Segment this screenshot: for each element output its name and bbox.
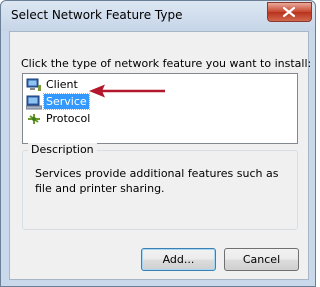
feature-label-client: Client (46, 78, 78, 91)
protocol-icon (26, 111, 42, 127)
title-bar: Select Network Feature Type (1, 1, 315, 31)
client-icon (26, 77, 42, 93)
feature-label-protocol: Protocol (46, 112, 91, 125)
service-icon (25, 94, 43, 110)
close-icon (283, 7, 295, 17)
dialog-body: Click the type of network feature you wa… (9, 31, 312, 280)
arrow-annotation-icon (89, 84, 165, 98)
description-label: Description (28, 143, 97, 156)
dialog-window: Select Network Feature Type Click the ty… (0, 0, 316, 287)
window-title: Select Network Feature Type (11, 8, 183, 22)
instruction-text: Click the type of network feature you wa… (21, 57, 312, 70)
description-group: Description Services provide additional … (22, 143, 298, 230)
description-text: Services provide additional features suc… (35, 167, 279, 195)
feature-item-client[interactable]: Client (26, 76, 80, 93)
add-button[interactable]: Add... (141, 248, 216, 271)
cancel-button[interactable]: Cancel (224, 248, 299, 271)
feature-label-service: Service (43, 93, 90, 110)
close-button[interactable] (267, 2, 312, 22)
feature-item-protocol[interactable]: Protocol (26, 110, 92, 127)
feature-item-service[interactable]: Service (25, 93, 90, 110)
